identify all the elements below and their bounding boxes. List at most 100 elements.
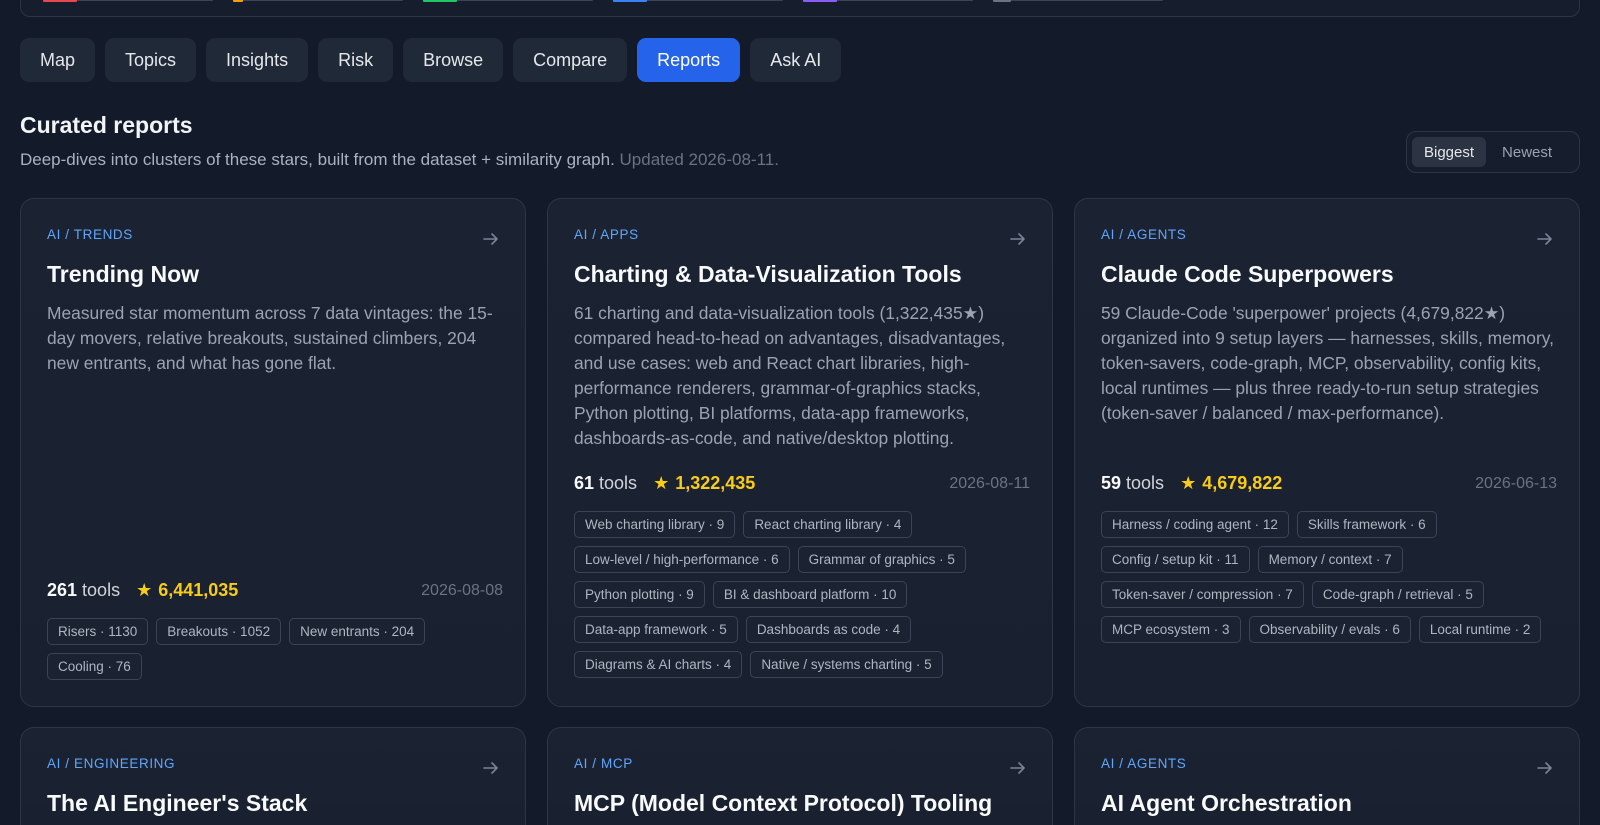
card-description: 59 Claude-Code 'superpower' projects (4,… (1101, 303, 1554, 423)
page-title: Curated reports (20, 112, 193, 138)
strip-segment (233, 0, 403, 2)
report-card-claude-code-superpowers[interactable]: AI / AGENTS Claude Code Superpowers 59 C… (1074, 198, 1580, 707)
star-icon: ★ (1180, 473, 1197, 493)
tab-reports[interactable]: Reports (637, 38, 741, 82)
tag-chip[interactable]: Breakouts · 1052 (156, 618, 282, 645)
card-date: 2026-06-13 (1475, 474, 1557, 492)
strip-color-marker (233, 0, 243, 2)
card-title: AI Agent Orchestration (1101, 790, 1352, 816)
tag-chip[interactable]: Observability / evals · 6 (1248, 616, 1411, 643)
card-category: AI / MCP (574, 756, 633, 771)
card-title: MCP (Model Context Protocol) Tooling (574, 790, 993, 816)
tag-chip[interactable]: Low-level / high-performance · 6 (574, 546, 790, 573)
card-chips: Web charting library · 9 React charting … (574, 511, 1034, 678)
report-card-trending-now[interactable]: AI / TRENDS Trending Now Measured star m… (20, 198, 526, 707)
tab-ask-ai[interactable]: Ask AI (750, 38, 842, 82)
nav-tabs: Map Topics Insights Risk Browse Compare … (20, 38, 842, 82)
strip-color-marker (803, 0, 837, 2)
tag-chip[interactable]: Data-app framework · 5 (574, 616, 738, 643)
tag-chip[interactable]: Harness / coding agent · 12 (1101, 511, 1289, 538)
tag-chip[interactable]: Memory / context · 7 (1257, 546, 1403, 573)
arrow-right-icon[interactable] (1008, 229, 1028, 249)
card-category: AI / TRENDS (47, 227, 133, 242)
strip-segment (613, 0, 783, 2)
tag-chip[interactable]: Code-graph / retrieval · 5 (1311, 581, 1484, 608)
tab-topics[interactable]: Topics (105, 38, 197, 82)
card-stats: 261 tools ★ 6,441,035 2026-08-08 (47, 580, 503, 601)
strip-segment (993, 0, 1163, 2)
stars-count: 1,322,435 (675, 473, 756, 493)
report-card-charting-tools[interactable]: AI / APPS Charting & Data-Visualization … (547, 198, 1053, 707)
card-title: Charting & Data-Visualization Tools (574, 261, 962, 287)
strip-color-marker (43, 0, 77, 2)
card-date: 2026-08-11 (949, 474, 1030, 492)
tag-chip[interactable]: Diagrams & AI charts · 4 (574, 651, 743, 678)
tools-label: tools (599, 473, 638, 493)
tag-chip[interactable]: New entrants · 204 (289, 618, 426, 645)
card-date: 2026-08-08 (421, 581, 503, 599)
strip-segment (803, 0, 973, 2)
tag-chip[interactable]: Grammar of graphics · 5 (797, 546, 966, 573)
strip-color-marker (993, 0, 1011, 2)
card-title: Claude Code Superpowers (1101, 261, 1394, 287)
page-subtitle: Deep-dives into clusters of these stars,… (20, 150, 779, 170)
sort-newest-button[interactable]: Newest (1490, 137, 1564, 167)
strip-color-marker (613, 0, 647, 2)
tag-chip[interactable]: MCP ecosystem · 3 (1101, 616, 1241, 643)
card-description: Measured star momentum across 7 data vin… (47, 303, 493, 373)
tag-chip[interactable]: Skills framework · 6 (1296, 511, 1437, 538)
report-card-agent-orchestration[interactable]: AI / AGENTS AI Agent Orchestration (1074, 727, 1580, 825)
top-summary-strip (20, 0, 1580, 17)
tab-browse[interactable]: Browse (403, 38, 504, 82)
arrow-right-icon[interactable] (1535, 758, 1555, 778)
tools-count: 61 (574, 473, 595, 493)
arrow-right-icon[interactable] (1008, 758, 1028, 778)
strip-segment (423, 0, 593, 2)
strip-color-marker (423, 0, 457, 2)
tag-chip[interactable]: Local runtime · 2 (1418, 616, 1542, 643)
card-stats: 59 tools ★ 4,679,822 2026-06-13 (1101, 473, 1557, 494)
tag-chip[interactable]: React charting library · 4 (743, 511, 913, 538)
arrow-right-icon[interactable] (481, 229, 501, 249)
tools-count: 59 (1101, 473, 1122, 493)
tab-map[interactable]: Map (20, 38, 96, 82)
arrow-right-icon[interactable] (481, 758, 501, 778)
updated-date: Updated 2026-08-11. (619, 150, 779, 169)
report-card-ai-engineers-stack[interactable]: AI / ENGINEERING The AI Engineer's Stack (20, 727, 526, 825)
card-category: AI / AGENTS (1101, 756, 1187, 771)
card-chips: Risers · 1130 Breakouts · 1052 New entra… (47, 618, 507, 680)
tab-risk[interactable]: Risk (318, 38, 394, 82)
card-category: AI / ENGINEERING (47, 756, 176, 771)
tab-compare[interactable]: Compare (513, 38, 628, 82)
tag-chip[interactable]: BI & dashboard platform · 10 (712, 581, 908, 608)
tag-chip[interactable]: Python plotting · 9 (574, 581, 705, 608)
card-stats: 61 tools ★ 1,322,435 2026-08-11 (574, 473, 1030, 494)
tag-chip[interactable]: Dashboards as code · 4 (745, 616, 912, 643)
tools-label: tools (82, 580, 121, 600)
tools-count: 261 (47, 580, 78, 600)
tag-chip[interactable]: Cooling · 76 (47, 653, 142, 680)
stars-count: 6,441,035 (158, 580, 239, 600)
tools-label: tools (1126, 473, 1165, 493)
stars-count: 4,679,822 (1202, 473, 1283, 493)
star-icon: ★ (653, 473, 670, 493)
card-description: 61 charting and data-visualization tools… (574, 303, 1006, 448)
tab-insights[interactable]: Insights (206, 38, 309, 82)
tag-chip[interactable]: Web charting library · 9 (574, 511, 736, 538)
card-chips: Harness / coding agent · 12 Skills frame… (1101, 511, 1561, 643)
report-card-mcp-tooling[interactable]: AI / MCP MCP (Model Context Protocol) To… (547, 727, 1053, 825)
star-icon: ★ (136, 580, 153, 600)
sort-toggle: Biggest Newest (1406, 131, 1580, 173)
tag-chip[interactable]: Native / systems charting · 5 (750, 651, 943, 678)
card-category: AI / AGENTS (1101, 227, 1187, 242)
tag-chip[interactable]: Config / setup kit · 11 (1101, 546, 1250, 573)
card-title: The AI Engineer's Stack (47, 790, 308, 816)
arrow-right-icon[interactable] (1535, 229, 1555, 249)
card-title: Trending Now (47, 261, 200, 287)
sort-biggest-button[interactable]: Biggest (1412, 137, 1487, 167)
tag-chip[interactable]: Token-saver / compression · 7 (1101, 581, 1304, 608)
card-category: AI / APPS (574, 227, 639, 242)
strip-segment (43, 0, 213, 2)
tag-chip[interactable]: Risers · 1130 (47, 618, 149, 645)
subtitle-text: Deep-dives into clusters of these stars,… (20, 150, 615, 169)
